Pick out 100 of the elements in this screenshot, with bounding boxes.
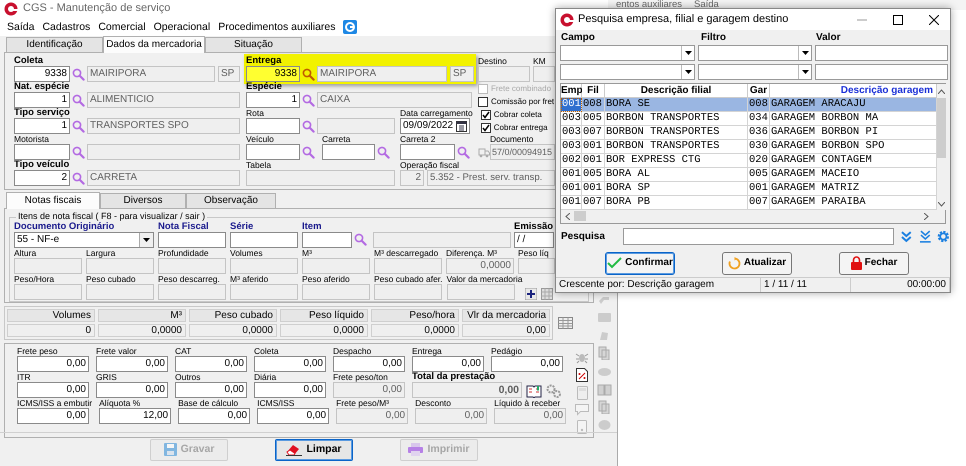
- table-cell[interactable]: 020: [748, 154, 770, 168]
- percent-icon[interactable]: [576, 368, 588, 382]
- scrollbar[interactable]: [937, 84, 946, 210]
- table-cell[interactable]: 005: [748, 168, 770, 182]
- checkbox[interactable]: [478, 96, 488, 106]
- column-header[interactable]: Descrição filial: [605, 84, 748, 98]
- checkbox[interactable]: [480, 122, 491, 132]
- dropdown-arrow-icon[interactable]: [798, 64, 811, 79]
- search-field[interactable]: [622, 228, 894, 246]
- chevron-bar-icon[interactable]: [918, 230, 932, 244]
- tab[interactable]: Situação: [205, 37, 302, 52]
- text-field[interactable]: [230, 232, 298, 248]
- text-field[interactable]: 0,00: [491, 356, 563, 372]
- calendar-icon[interactable]: [456, 120, 467, 132]
- table-cell[interactable]: BORA SP: [605, 182, 748, 196]
- table-cell[interactable]: BORA AL: [605, 168, 748, 182]
- table-cell[interactable]: 001: [561, 98, 582, 112]
- text-field[interactable]: [815, 64, 948, 80]
- table-cell[interactable]: GARAGEM BORBON PI: [770, 126, 937, 140]
- book-icon[interactable]: [526, 384, 542, 398]
- dropdown-field[interactable]: [698, 64, 812, 80]
- truck-icon[interactable]: [478, 146, 490, 158]
- table-cell[interactable]: 005: [582, 112, 605, 126]
- text-field[interactable]: 0,00: [17, 356, 89, 372]
- table-cell[interactable]: 005: [582, 168, 605, 182]
- search-icon[interactable]: [72, 146, 85, 158]
- double-chevron-icon[interactable]: [900, 230, 913, 244]
- table-cell[interactable]: 036: [748, 126, 770, 140]
- column-header[interactable]: Fil: [582, 84, 605, 98]
- text-field[interactable]: 0,00: [333, 356, 405, 372]
- table-cell[interactable]: GARAGEM BORBON MA: [770, 112, 937, 126]
- table-cell[interactable]: GARAGEM ARACAJU: [770, 98, 937, 112]
- scroll-up-icon[interactable]: [938, 88, 945, 94]
- chat-icon[interactable]: [575, 404, 589, 416]
- text-field[interactable]: 1: [14, 118, 70, 134]
- text-field[interactable]: 0,00: [96, 382, 168, 398]
- table-icon[interactable]: [558, 316, 573, 329]
- table-cell[interactable]: 001: [561, 182, 582, 196]
- table-cell[interactable]: 034: [748, 112, 770, 126]
- dropdown-field[interactable]: [560, 44, 695, 61]
- add-icon[interactable]: [525, 288, 538, 300]
- text-field[interactable]: 9338: [14, 66, 70, 82]
- table-cell[interactable]: 001: [582, 154, 605, 168]
- search-icon[interactable]: [302, 68, 315, 80]
- table-cell[interactable]: 003: [561, 112, 582, 126]
- scroll-right-icon[interactable]: [924, 212, 929, 220]
- text-field[interactable]: [400, 144, 455, 160]
- confirm-button[interactable]: Confirmar: [605, 252, 675, 275]
- text-field[interactable]: 0,00: [178, 408, 250, 424]
- search-icon[interactable]: [377, 146, 390, 158]
- dropdown-field[interactable]: [560, 64, 695, 80]
- text-field[interactable]: [246, 118, 300, 134]
- table-cell[interactable]: 003: [561, 140, 582, 154]
- search-icon[interactable]: [72, 68, 85, 80]
- table-cell[interactable]: 002: [561, 154, 582, 168]
- table-cell[interactable]: GARAGEM MACEIO: [770, 168, 937, 182]
- dropdown-field[interactable]: [698, 44, 812, 61]
- scroll-thumb[interactable]: [937, 98, 946, 158]
- copy-icon[interactable]: [596, 346, 612, 360]
- table-cell[interactable]: 001: [748, 182, 770, 196]
- text-field[interactable]: 0,00: [175, 356, 247, 372]
- table-cell[interactable]: 001: [582, 182, 605, 196]
- text-field[interactable]: [302, 232, 352, 248]
- column-header[interactable]: Descrição garagem: [770, 84, 937, 98]
- checkbox[interactable]: [480, 110, 491, 120]
- scroll-down-icon[interactable]: [938, 202, 945, 207]
- search-icon[interactable]: [72, 172, 85, 184]
- search-icon[interactable]: [302, 120, 315, 132]
- table-cell[interactable]: BORA SE: [605, 98, 748, 112]
- scroll-thumb[interactable]: [574, 211, 586, 222]
- table-cell[interactable]: BORBON TRANSPORTES: [605, 126, 748, 140]
- maximize-icon[interactable]: [893, 14, 903, 24]
- scrollbar[interactable]: [561, 210, 945, 223]
- menu-item[interactable]: Operacional: [150, 20, 214, 34]
- clear-button[interactable]: Limpar: [275, 438, 353, 460]
- text-field[interactable]: 0,00: [17, 382, 89, 398]
- table-cell[interactable]: 007: [582, 126, 605, 140]
- search-icon[interactable]: [72, 94, 85, 106]
- column-header[interactable]: Emp: [561, 84, 582, 98]
- dropdown-arrow-icon[interactable]: [798, 46, 811, 60]
- table-cell[interactable]: 008: [582, 98, 605, 112]
- tab[interactable]: Notas fiscais: [6, 192, 100, 209]
- text-field[interactable]: 9338: [246, 66, 300, 82]
- tab[interactable]: Observação: [186, 193, 276, 208]
- table-cell[interactable]: 030: [748, 140, 770, 154]
- tab[interactable]: Diversos: [100, 193, 186, 208]
- menu-item[interactable]: entos auxiliares: [616, 0, 682, 10]
- close-icon[interactable]: [929, 14, 939, 24]
- text-field[interactable]: 12,00: [99, 408, 172, 424]
- tab[interactable]: Identificação: [6, 37, 103, 52]
- text-field[interactable]: [246, 144, 300, 160]
- settings-icon[interactable]: [937, 230, 950, 244]
- table-cell[interactable]: GARAGEM MATRIZ: [770, 182, 937, 196]
- dropdown-field[interactable]: 55 - NF-e: [14, 232, 154, 248]
- text-field[interactable]: 0,00: [254, 382, 326, 398]
- search-icon[interactable]: [302, 94, 315, 106]
- menu-item[interactable]: Cadastros: [38, 20, 94, 34]
- date-field[interactable]: / /: [514, 232, 554, 248]
- text-field[interactable]: 0,00: [175, 382, 247, 398]
- table-cell[interactable]: GARAGEM CONTAGEM: [770, 154, 937, 168]
